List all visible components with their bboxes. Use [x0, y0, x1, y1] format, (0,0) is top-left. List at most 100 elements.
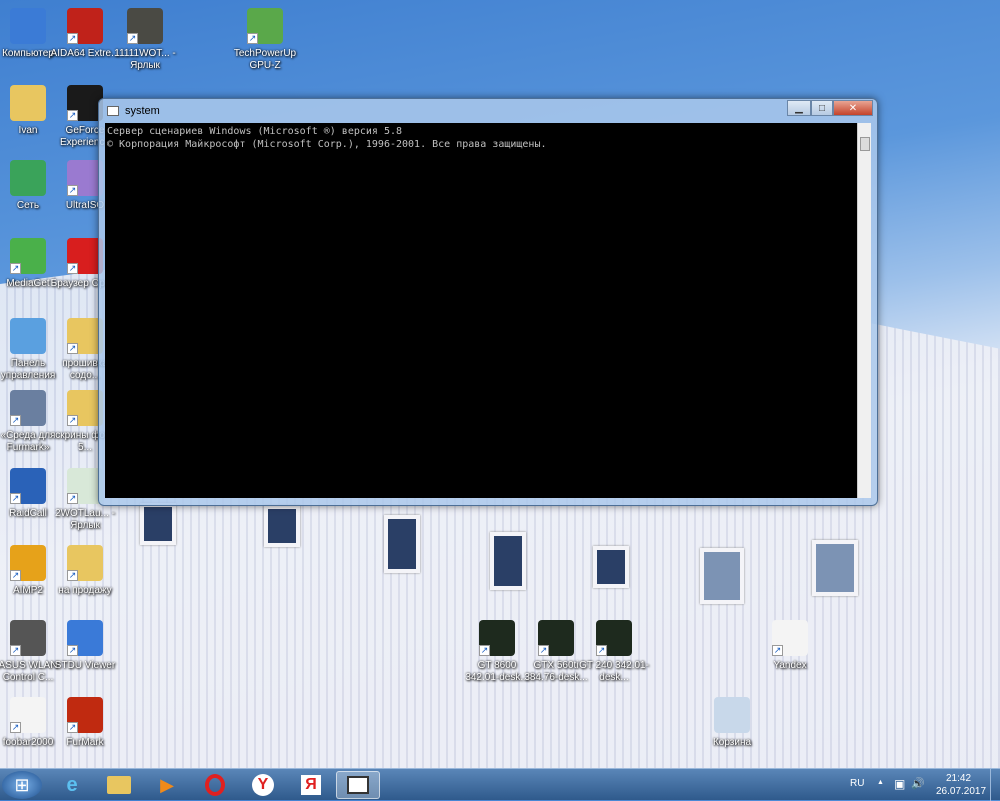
shortcut-arrow-icon: ↗	[10, 722, 21, 733]
wallpaper-window	[700, 548, 744, 604]
close-button[interactable]: ✕	[833, 100, 873, 116]
desktop-icon[interactable]: ↗ Yandex	[755, 620, 825, 672]
desktop-icon-label: на продажу	[58, 585, 112, 596]
yandex-icon: Y	[252, 774, 274, 796]
taskbar-ie[interactable]: e	[50, 771, 94, 799]
wallpaper-window	[490, 532, 526, 590]
console-window[interactable]: system ▁ □ ✕ Сервер сценариев Windows (M…	[98, 98, 878, 506]
play-icon: ▶	[160, 774, 174, 795]
shortcut-icon: ↗	[67, 697, 103, 733]
volume-icon[interactable]: 🔊	[911, 777, 925, 790]
desktop-icon-label: TechPowerUp GPU-Z	[233, 48, 297, 71]
desktop-icon-label: Корзина	[712, 737, 752, 748]
console-icon	[347, 776, 369, 794]
shortcut-icon: ↗	[10, 238, 46, 274]
shortcut-arrow-icon: ↗	[479, 645, 490, 656]
shortcut-arrow-icon: ↗	[67, 263, 78, 274]
shortcut-arrow-icon: ↗	[67, 493, 78, 504]
shortcut-arrow-icon: ↗	[67, 185, 78, 196]
shortcut-arrow-icon: ↗	[67, 645, 78, 656]
desktop-icon-label: STDU Viewer	[54, 660, 116, 671]
shortcut-icon: ↗	[10, 697, 46, 733]
shortcut-arrow-icon: ↗	[10, 645, 21, 656]
scroll-thumb[interactable]	[860, 137, 870, 151]
shortcut-icon: ↗	[127, 8, 163, 44]
clock-time[interactable]: 21:42	[946, 773, 971, 784]
show-desktop-button[interactable]	[990, 769, 1000, 801]
wallpaper-window	[264, 505, 300, 547]
shortcut-icon: ↗	[596, 620, 632, 656]
shortcut-icon	[714, 697, 750, 733]
shortcut-icon: ↗	[10, 390, 46, 426]
shortcut-icon: ↗	[247, 8, 283, 44]
shortcut-arrow-icon: ↗	[772, 645, 783, 656]
taskbar-yandex[interactable]: Y	[241, 771, 285, 799]
wallpaper-window	[384, 515, 420, 573]
shortcut-arrow-icon: ↗	[596, 645, 607, 656]
taskbar-console[interactable]	[336, 771, 380, 799]
shortcut-icon	[10, 160, 46, 196]
shortcut-arrow-icon: ↗	[67, 722, 78, 733]
taskbar-opera[interactable]	[193, 771, 237, 799]
taskbar: ⊞ e ▶ Y Я RU ▲ ▣ 🔊 21:42 26.07.2017	[0, 768, 1000, 801]
shortcut-arrow-icon: ↗	[67, 33, 78, 44]
console-output[interactable]: Сервер сценариев Windows (Microsoft ®) в…	[105, 123, 857, 498]
clock-date[interactable]: 26.07.2017	[936, 786, 986, 797]
console-line: © Корпорация Майкрософт (Microsoft Corp.…	[107, 139, 547, 150]
shortcut-arrow-icon: ↗	[10, 415, 21, 426]
desktop-icon-label: GT 240 342.01-desk...	[579, 660, 649, 683]
shortcut-icon	[10, 85, 46, 121]
desktop-icon-label: 2WOTLau... - Ярлык	[54, 508, 115, 531]
taskbar-media-player[interactable]: ▶	[145, 771, 189, 799]
shortcut-arrow-icon: ↗	[67, 110, 78, 121]
shortcut-icon: ↗	[67, 545, 103, 581]
desktop-icon[interactable]: ↗ на продажу	[50, 545, 120, 597]
shortcut-icon: ↗	[772, 620, 808, 656]
shortcut-icon: ↗	[538, 620, 574, 656]
shortcut-icon: ↗	[67, 8, 103, 44]
shortcut-icon: ↗	[10, 620, 46, 656]
show-hidden-icons[interactable]: ▲	[877, 779, 884, 786]
opera-icon	[205, 774, 225, 796]
shortcut-icon: ↗	[10, 468, 46, 504]
shortcut-arrow-icon: ↗	[67, 343, 78, 354]
wallpaper-window	[812, 540, 858, 596]
desktop-icon[interactable]: ↗ GT 240 342.01-desk...	[579, 620, 649, 684]
shortcut-icon	[10, 8, 46, 44]
shortcut-arrow-icon: ↗	[538, 645, 549, 656]
maximize-button[interactable]: □	[811, 100, 833, 116]
shortcut-arrow-icon: ↗	[10, 570, 21, 581]
shortcut-arrow-icon: ↗	[10, 493, 21, 504]
wallpaper-window	[140, 503, 176, 545]
taskbar-yandex-2[interactable]: Я	[289, 771, 333, 799]
vertical-scrollbar[interactable]	[857, 123, 871, 498]
desktop-icon-label: Yandex	[773, 660, 807, 671]
shortcut-arrow-icon: ↗	[67, 570, 78, 581]
network-icon[interactable]: ▣	[894, 777, 905, 791]
wallpaper-window	[593, 546, 629, 588]
ie-icon: e	[66, 773, 78, 796]
start-button[interactable]: ⊞	[2, 771, 42, 799]
shortcut-arrow-icon: ↗	[10, 263, 21, 274]
shortcut-icon	[10, 318, 46, 354]
folder-icon	[107, 776, 131, 794]
shortcut-icon: ↗	[479, 620, 515, 656]
title-bar[interactable]: system ▁ □ ✕	[99, 99, 877, 123]
language-indicator[interactable]: RU	[850, 778, 864, 789]
desktop-icon[interactable]: ↗ 11111WOT... - Ярлык	[110, 8, 180, 72]
desktop-icon[interactable]: ↗ FurMark	[50, 697, 120, 749]
desktop-icon-label: 11111WOT... - Ярлык	[114, 48, 176, 71]
taskbar-explorer[interactable]	[97, 771, 141, 799]
desktop-icon-label: FurMark	[66, 737, 104, 748]
desktop-icon[interactable]: ↗ TechPowerUp GPU-Z	[230, 8, 300, 72]
shortcut-arrow-icon: ↗	[67, 415, 78, 426]
window-title: system	[125, 105, 160, 117]
minimize-button[interactable]: ▁	[787, 100, 811, 116]
console-icon	[107, 106, 119, 116]
shortcut-arrow-icon: ↗	[127, 33, 138, 44]
desktop-icon[interactable]: ↗ STDU Viewer	[50, 620, 120, 672]
shortcut-arrow-icon: ↗	[247, 33, 258, 44]
desktop-icon[interactable]: Корзина	[697, 697, 767, 749]
console-line: Сервер сценариев Windows (Microsoft ®) в…	[107, 126, 403, 137]
shortcut-icon: ↗	[67, 620, 103, 656]
